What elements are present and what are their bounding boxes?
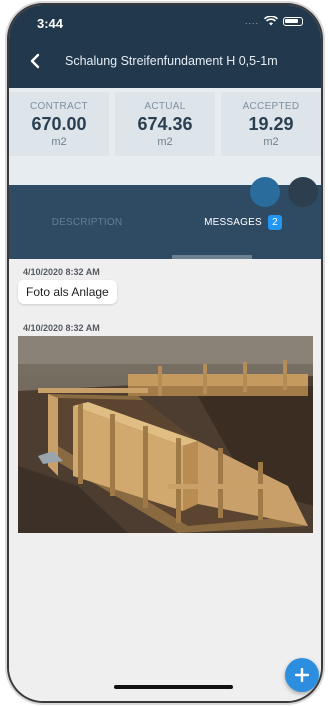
status-time: 3:44 xyxy=(37,16,64,31)
message-photo[interactable] xyxy=(18,336,313,533)
message-timestamp: 4/10/2020 8:32 AM xyxy=(23,323,100,333)
back-button[interactable] xyxy=(23,49,47,73)
metrics-panel: CONTRACT 670.00 m2 ACTUAL 674.36 m2 ACCE… xyxy=(9,88,321,185)
metric-label: ACTUAL xyxy=(144,101,186,112)
home-indicator xyxy=(114,685,233,689)
metric-label: ACCEPTED xyxy=(242,101,300,112)
tab-description[interactable]: DESCRIPTION xyxy=(9,185,165,259)
tab-messages[interactable]: MESSAGES 2 xyxy=(165,185,321,259)
messages-count-badge: 2 xyxy=(267,214,282,230)
signal-icon: .... xyxy=(244,16,259,26)
phone-screen: 3:44 .... Schalung Streifenfundament H 0… xyxy=(9,5,321,701)
tab-description-label: DESCRIPTION xyxy=(51,216,123,228)
page-title: Schalung Streifenfundament H 0,5-1m xyxy=(65,54,278,68)
status-icons: .... xyxy=(245,16,303,26)
metric-unit: m2 xyxy=(157,136,173,148)
message-bubble[interactable]: Foto als Anlage xyxy=(18,280,117,304)
metric-contract: CONTRACT 670.00 m2 xyxy=(9,92,109,156)
app-header: 3:44 .... Schalung Streifenfundament H 0… xyxy=(9,5,321,88)
add-message-button[interactable] xyxy=(285,658,319,692)
message-timestamp: 4/10/2020 8:32 AM xyxy=(23,267,100,277)
metric-label: CONTRACT xyxy=(30,101,88,112)
metric-value: 670.00 xyxy=(31,114,87,134)
wifi-icon xyxy=(264,16,278,26)
plus-icon xyxy=(295,668,309,682)
tab-messages-label: MESSAGES xyxy=(204,216,262,228)
metric-value: 674.36 xyxy=(137,114,193,134)
tab-bar: DESCRIPTION MESSAGES 2 xyxy=(9,177,321,259)
battery-icon xyxy=(283,16,303,26)
photo-construction-formwork xyxy=(18,336,313,533)
metric-actual: ACTUAL 674.36 m2 xyxy=(115,92,215,156)
metric-value: 19.29 xyxy=(248,114,294,134)
messages-list: 4/10/2020 8:32 AM Foto als Anlage 4/10/2… xyxy=(9,259,321,701)
metric-accepted: ACCEPTED 19.29 m2 xyxy=(221,92,321,156)
metric-unit: m2 xyxy=(51,136,67,148)
chevron-left-icon xyxy=(30,53,40,69)
metric-unit: m2 xyxy=(263,136,279,148)
